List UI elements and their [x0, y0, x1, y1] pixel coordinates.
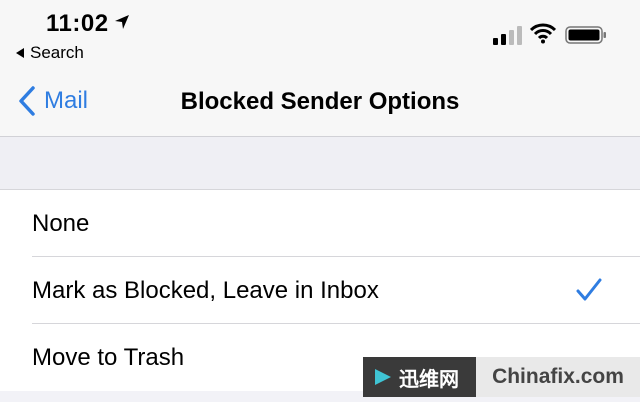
- location-arrow-icon: [115, 15, 129, 29]
- back-to-search-button[interactable]: Search: [16, 43, 84, 63]
- watermark-left: 迅维网: [363, 357, 476, 397]
- watermark-right-text: Chinafix.com: [476, 357, 640, 397]
- checkmark-icon: [576, 278, 602, 301]
- option-label: None: [32, 209, 90, 237]
- cellular-signal-icon: [493, 26, 522, 45]
- back-triangle-icon: [16, 48, 24, 58]
- option-label: Mark as Blocked, Leave in Inbox: [32, 276, 379, 304]
- option-label: Move to Trash: [32, 343, 185, 371]
- battery-icon: [565, 26, 606, 44]
- wifi-icon: [530, 23, 556, 44]
- status-bar: 11:02 Search: [0, 0, 640, 72]
- option-mark-as-blocked[interactable]: Mark as Blocked, Leave in Inbox: [0, 257, 640, 324]
- status-time: 11:02: [46, 10, 109, 37]
- page-title: Blocked Sender Options: [180, 88, 460, 115]
- play-logo-icon: [375, 369, 391, 385]
- section-header-spacer: [0, 137, 640, 190]
- back-app-label: Search: [30, 43, 84, 62]
- option-none[interactable]: None: [0, 190, 640, 257]
- navigation-bar: Mail Blocked Sender Options: [0, 72, 640, 137]
- watermark-left-text: 迅维网: [399, 368, 459, 391]
- watermark: 迅维网 Chinafix.com: [363, 357, 640, 397]
